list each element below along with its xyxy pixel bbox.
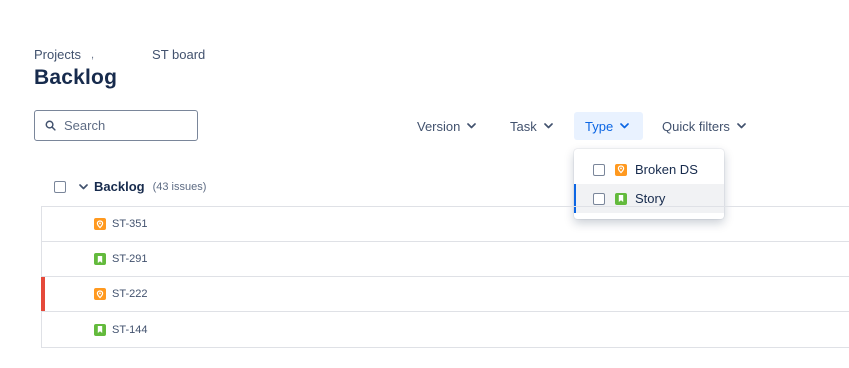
- chevron-down-icon: [737, 123, 746, 129]
- bug-icon: [94, 218, 106, 230]
- issue-row[interactable]: ST-291: [42, 241, 849, 276]
- quick-filters-button[interactable]: Quick filters: [654, 112, 754, 140]
- flagged-indicator: [41, 277, 45, 311]
- search-input[interactable]: [62, 117, 186, 134]
- page-title: Backlog: [34, 66, 118, 89]
- issue-row[interactable]: ST-222: [41, 276, 849, 311]
- select-all-checkbox[interactable]: [54, 180, 66, 193]
- type-filter-button[interactable]: Type: [574, 112, 643, 140]
- issue-list: ST-351 ST-291 ST-222 ST-144: [41, 206, 849, 348]
- breadcrumb-projects[interactable]: Projects: [34, 47, 81, 62]
- breadcrumb-separator: ,: [90, 48, 95, 61]
- issue-key[interactable]: ST-351: [112, 218, 147, 230]
- issue-key[interactable]: ST-144: [112, 324, 147, 336]
- chevron-down-icon: [467, 123, 477, 129]
- issue-count: (43 issues): [152, 180, 207, 193]
- bug-icon: [94, 288, 106, 300]
- search-box[interactable]: [34, 110, 198, 141]
- type-option-broken-ds[interactable]: Broken DS: [574, 155, 724, 184]
- search-icon: [45, 120, 56, 131]
- checkbox[interactable]: [593, 163, 605, 176]
- breadcrumb: Projects , ST board: [34, 47, 205, 62]
- story-icon: [615, 192, 627, 205]
- checkbox[interactable]: [593, 192, 605, 205]
- issue-row[interactable]: ST-351: [42, 206, 849, 241]
- version-filter-button[interactable]: Version: [409, 112, 484, 140]
- task-filter-button[interactable]: Task: [502, 112, 561, 140]
- issue-key[interactable]: ST-222: [112, 288, 147, 300]
- issue-row[interactable]: ST-144: [42, 311, 849, 348]
- version-filter-label: Version: [417, 118, 461, 134]
- story-icon: [94, 253, 106, 265]
- chevron-down-icon[interactable]: [79, 183, 88, 190]
- issue-key[interactable]: ST-291: [112, 253, 147, 265]
- backlog-header: Backlog (43 issues): [54, 179, 206, 194]
- story-icon: [94, 323, 106, 336]
- chevron-down-icon: [620, 123, 630, 129]
- bug-icon: [615, 163, 627, 176]
- quick-filters-label: Quick filters: [662, 118, 730, 134]
- breadcrumb-board[interactable]: ST board: [152, 47, 205, 62]
- task-filter-label: Task: [510, 118, 537, 134]
- type-option-label: Broken DS: [635, 162, 698, 177]
- type-filter-label: Type: [585, 118, 614, 134]
- chevron-down-icon: [543, 123, 553, 129]
- backlog-title: Backlog: [94, 179, 145, 194]
- type-option-label: Story: [635, 191, 666, 206]
